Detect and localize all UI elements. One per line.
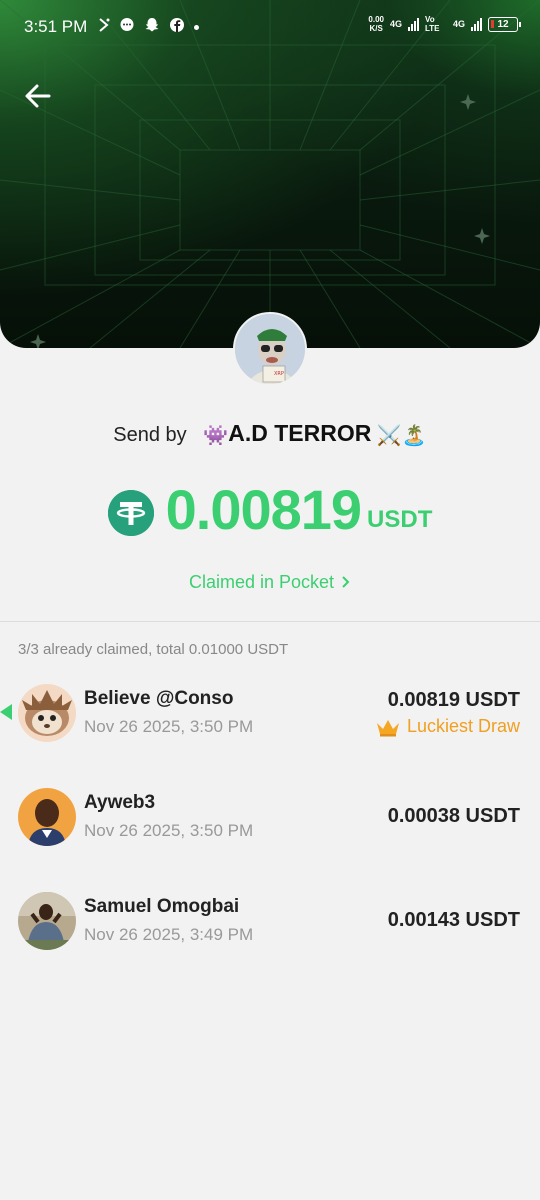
crown-icon: [376, 719, 399, 736]
system-status-icons: 0.00 K/S 4G Vo LTE 4G 12: [368, 15, 521, 33]
amount-unit: USDT: [367, 506, 433, 533]
network-4g-2: 4G: [452, 19, 465, 29]
claim-amount: 0.00143 USDT: [387, 909, 520, 931]
claim-date: Nov 26 2025, 3:50 PM: [84, 821, 254, 840]
sender-avatar: XRP: [233, 312, 307, 386]
luckiest-flag-icon: [0, 704, 12, 720]
claimed-in-pocket-label: Claimed in Pocket: [188, 572, 335, 592]
arrow-left-icon: [25, 84, 51, 108]
message-icon: [119, 17, 135, 38]
send-by-label: Send by: [113, 424, 187, 446]
claim-row[interactable]: Samuel Omogbai Nov 26 2025, 3:49 PM 0.00…: [0, 888, 540, 968]
sender-name: A.D TERROR: [228, 420, 372, 446]
avatar: [18, 892, 76, 950]
avatar: [18, 788, 76, 846]
more-notifications-dot: [194, 25, 199, 30]
sender-line: Send by 👾A.D TERROR ⚔️🏝️: [0, 420, 540, 448]
media-icon: [98, 17, 110, 38]
claim-row[interactable]: Believe @Conso Nov 26 2025, 3:50 PM 0.00…: [0, 680, 540, 760]
signal-icon: [407, 17, 419, 31]
snapchat-icon: [144, 17, 160, 38]
claim-date: Nov 26 2025, 3:50 PM: [84, 717, 254, 736]
amount-display: 0.00819 USDT: [0, 476, 540, 544]
claim-date: Nov 26 2025, 3:49 PM: [84, 925, 254, 944]
claim-row[interactable]: Ayweb3 Nov 26 2025, 3:50 PM 0.00038 USDT: [0, 784, 540, 864]
luckiest-draw-label: Luckiest Draw: [406, 716, 520, 736]
claimer-name: Ayweb3: [84, 792, 156, 813]
facebook-icon: [169, 17, 185, 38]
battery-icon: 12: [488, 16, 521, 32]
tether-icon: [107, 490, 154, 536]
status-time: 3:51 PM: [24, 17, 88, 36]
net-speed: 0.00 K/S: [368, 15, 384, 33]
chevron-right-icon: [342, 576, 350, 588]
claimed-in-pocket-link[interactable]: Claimed in Pocket: [0, 572, 540, 593]
claimer-name: Samuel Omogbai: [84, 896, 240, 917]
alien-emoji-icon: 👾: [203, 425, 229, 448]
claimed-amount: 0.00819: [165, 478, 362, 541]
network-4g-1: 4G: [389, 19, 402, 29]
svg-text:XRP: XRP: [274, 371, 284, 377]
luckiest-draw-badge: Luckiest Draw: [375, 716, 520, 737]
claim-amount: 0.00038 USDT: [387, 805, 520, 827]
avatar: [18, 684, 76, 742]
claimer-name: Believe @Conso: [84, 688, 234, 709]
notification-icons: [98, 17, 199, 38]
back-button[interactable]: [22, 80, 54, 112]
claim-summary: 3/3 already claimed, total 0.01000 USDT: [18, 641, 289, 658]
swords-island-emoji-icon: ⚔️🏝️: [376, 425, 427, 448]
volte-label: Vo LTE: [424, 15, 440, 33]
claim-amount: 0.00819 USDT: [387, 689, 520, 711]
signal-icon-2: [471, 17, 482, 31]
status-bar: 3:51 PM 0.00 K/S 4G Vo LTE 4G 12: [0, 0, 540, 56]
divider: [0, 621, 540, 622]
